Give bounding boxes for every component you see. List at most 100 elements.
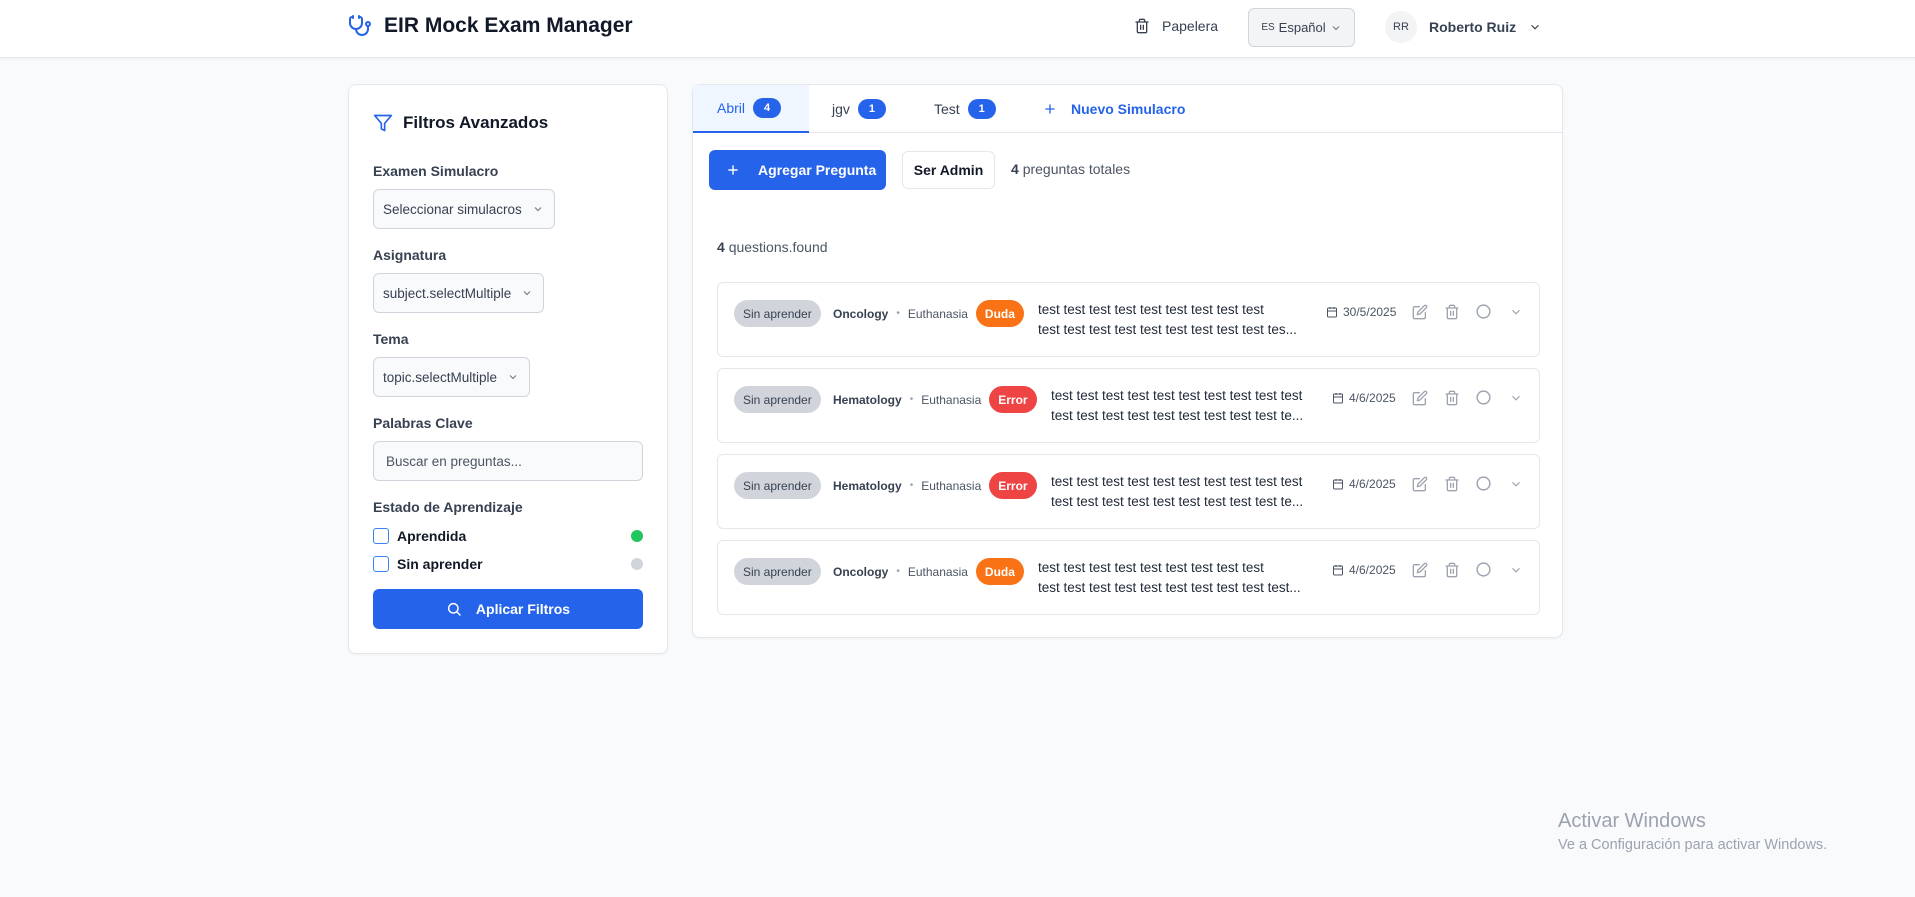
expand-question-button[interactable] (1506, 560, 1525, 579)
user-menu[interactable]: RR Roberto Ruiz (1385, 11, 1542, 43)
filters-title: Filtros Avanzados (403, 113, 549, 132)
delete-question-button[interactable] (1442, 302, 1461, 321)
language-select[interactable]: ES Español (1248, 8, 1355, 47)
mark-learned-button[interactable] (1474, 560, 1493, 579)
delete-question-button[interactable] (1442, 474, 1461, 493)
tab-abril[interactable]: Abril 4 (693, 85, 809, 133)
edit-icon (1412, 476, 1427, 491)
unlearned-option[interactable]: Sin aprender (373, 554, 643, 574)
total-count-value: 4 (1011, 161, 1019, 177)
avatar: RR (1385, 11, 1417, 43)
subject-select-value: subject.selectMultiple (383, 285, 512, 301)
question-date: 4/6/2025 (1332, 391, 1396, 405)
unlearned-status-dot (631, 558, 643, 570)
trash-label: Papelera (1162, 18, 1219, 34)
circle-icon (1476, 304, 1491, 319)
trash-icon (1444, 476, 1459, 491)
tab-test[interactable]: Test 1 (934, 85, 996, 133)
question-subject: Oncology (833, 564, 889, 579)
edit-question-button[interactable] (1410, 560, 1429, 579)
edit-question-button[interactable] (1410, 388, 1429, 407)
question-text: test test test test test test test test … (1051, 386, 1333, 426)
topic-select[interactable]: topic.selectMultiple (373, 357, 531, 397)
question-date-value: 4/6/2025 (1349, 563, 1396, 577)
question-subject: Hematology (833, 478, 902, 493)
question-subject: Hematology (833, 392, 902, 407)
add-question-button[interactable]: Agregar Pregunta (709, 150, 886, 190)
chevron-down-icon (1511, 567, 1520, 573)
mark-learned-button[interactable] (1474, 388, 1493, 407)
question-actions (1410, 302, 1525, 321)
search-icon (447, 602, 461, 616)
question-card[interactable]: Sin aprender Hematology • Euthanasia Err… (717, 368, 1540, 443)
question-date-value: 30/5/2025 (1343, 305, 1397, 319)
question-tag-badge: Error (989, 472, 1037, 499)
filters-heading: Filtros Avanzados (373, 113, 548, 133)
watermark-subtitle: Ve a Configuración para activar Windows. (1558, 837, 1828, 853)
question-subject: Oncology (833, 306, 889, 321)
question-date-value: 4/6/2025 (1349, 391, 1396, 405)
chevron-down-icon (1332, 25, 1340, 30)
trash-icon (1444, 304, 1459, 319)
question-text-line: test test test test test test test test … (1038, 560, 1264, 575)
edit-icon (1412, 562, 1427, 577)
delete-question-button[interactable] (1442, 388, 1461, 407)
mark-learned-button[interactable] (1474, 474, 1493, 493)
keywords-label: Palabras Clave (373, 415, 473, 431)
unlearned-checkbox[interactable] (373, 556, 389, 572)
apply-filters-button[interactable]: Aplicar Filtros (373, 589, 643, 629)
question-meta: Oncology • Euthanasia Duda (833, 300, 1024, 327)
tab-count-badge: 4 (753, 98, 782, 118)
tab-jgv[interactable]: jgv 1 (832, 85, 886, 133)
become-admin-label: Ser Admin (913, 162, 984, 178)
question-meta: Hematology • Euthanasia Error (833, 386, 1037, 413)
calendar-icon (1333, 393, 1343, 404)
total-count-suffix: preguntas totales (1022, 161, 1131, 177)
chevron-down-icon (523, 291, 531, 296)
learned-label: Aprendida (397, 528, 467, 544)
calendar-icon (1333, 565, 1343, 576)
expand-question-button[interactable] (1506, 388, 1525, 407)
filters-panel: Filtros Avanzados Examen Simulacro Selec… (348, 84, 668, 654)
edit-question-button[interactable] (1410, 302, 1429, 321)
become-admin-button[interactable]: Ser Admin (902, 151, 995, 189)
exam-label: Examen Simulacro (373, 163, 499, 179)
question-card[interactable]: Sin aprender Oncology • Euthanasia Duda … (717, 540, 1540, 615)
app-title: EIR Mock Exam Manager (384, 14, 633, 37)
learned-option[interactable]: Aprendida (373, 526, 643, 546)
delete-question-button[interactable] (1442, 560, 1461, 579)
trash-icon (1135, 18, 1149, 34)
question-card[interactable]: Sin aprender Hematology • Euthanasia Err… (717, 454, 1540, 529)
exam-select-value: Seleccionar simulacros (383, 201, 522, 217)
circle-icon (1476, 562, 1491, 577)
user-name: Roberto Ruiz (1429, 19, 1517, 35)
keywords-search-input[interactable] (373, 441, 643, 481)
question-actions (1410, 474, 1525, 493)
question-topic: Euthanasia (907, 306, 968, 321)
question-topic: Euthanasia (907, 564, 968, 579)
learned-checkbox[interactable] (373, 528, 389, 544)
question-date-value: 4/6/2025 (1349, 477, 1396, 491)
exam-select[interactable]: Seleccionar simulacros (373, 189, 555, 229)
filter-icon (373, 114, 393, 132)
new-mock-exam-tab[interactable]: Nuevo Simulacro (1043, 85, 1185, 133)
questions-panel: Abril 4 jgv 1 Test 1 Nuevo Simulacro Agr… (692, 84, 1563, 638)
mark-learned-button[interactable] (1474, 302, 1493, 321)
question-date: 30/5/2025 (1326, 305, 1396, 319)
chevron-down-icon (534, 207, 542, 212)
total-questions-count: 4 preguntas totales (1011, 161, 1130, 177)
learned-status-dot (631, 530, 643, 542)
expand-question-button[interactable] (1506, 302, 1525, 321)
expand-question-button[interactable] (1506, 474, 1525, 493)
question-card[interactable]: Sin aprender Oncology • Euthanasia Duda … (717, 282, 1540, 357)
question-text-line: test test test test test test test test … (1038, 302, 1264, 317)
meta-separator: • (896, 308, 900, 319)
question-tag-badge: Duda (975, 300, 1024, 327)
subject-select[interactable]: subject.selectMultiple (373, 273, 545, 313)
chevron-down-icon (1531, 24, 1540, 30)
brand[interactable]: EIR Mock Exam Manager (348, 14, 633, 38)
edit-question-button[interactable] (1410, 474, 1429, 493)
meta-separator: • (909, 480, 914, 491)
trash-link[interactable]: Papelera (1134, 18, 1218, 34)
tab-label: Abril (717, 100, 746, 116)
